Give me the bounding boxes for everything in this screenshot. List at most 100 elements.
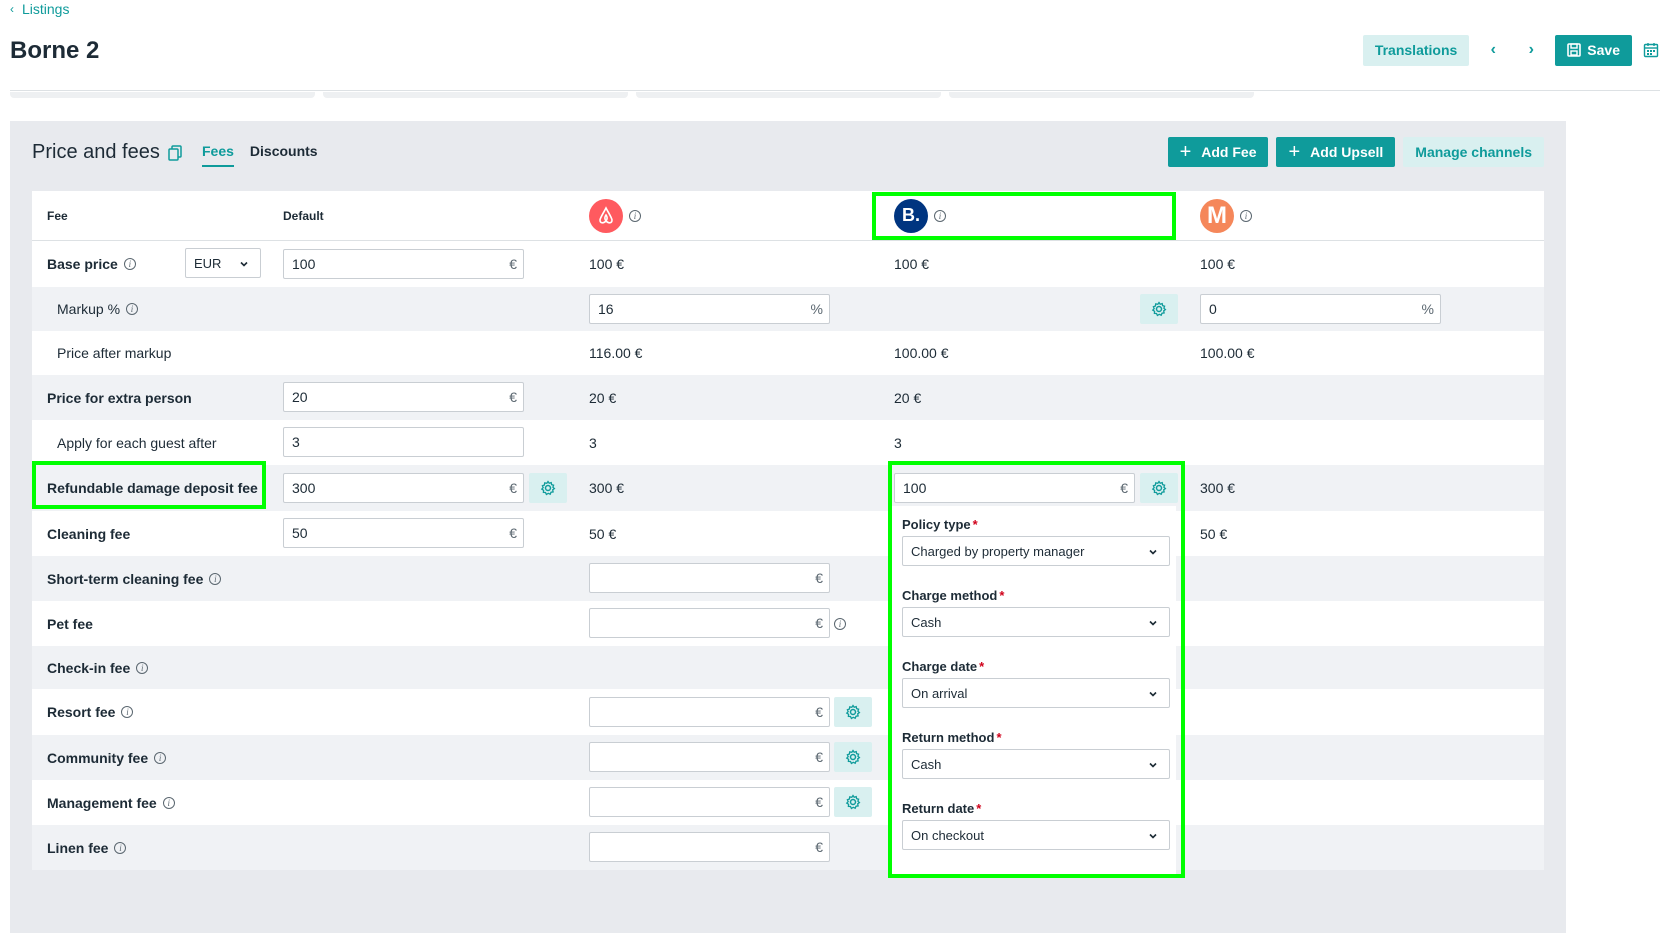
panel-title: Price and fees	[32, 141, 182, 164]
previous-listing-icon[interactable]: ‹	[1479, 41, 1507, 59]
save-icon	[1567, 43, 1582, 57]
m-channel-logo-icon: M	[1200, 198, 1234, 233]
airbnb-resort-input[interactable]: €	[589, 697, 830, 727]
table-row-checkin: Check-in fee i	[32, 646, 1544, 689]
euro-unit: €	[815, 839, 823, 855]
info-icon[interactable]: i	[209, 572, 222, 585]
fees-table: Fee Default i B. i M i Base price i EUR	[32, 191, 1544, 870]
booking-markup-settings-button[interactable]	[1140, 294, 1178, 324]
return-date-select[interactable]: On checkout	[902, 820, 1170, 850]
airbnb-value: 50 €	[589, 525, 617, 542]
fee-label: Price after markup	[57, 345, 172, 361]
booking-deposit-settings-button[interactable]	[1140, 473, 1178, 503]
airbnb-short-cleaning-input[interactable]: €	[589, 563, 830, 593]
euro-unit: €	[815, 570, 823, 586]
gear-icon	[845, 749, 861, 765]
info-icon[interactable]: i	[123, 258, 136, 270]
copy-icon[interactable]	[168, 144, 182, 161]
apply-after-default-input[interactable]: 3	[283, 427, 524, 457]
airbnb-pet-input[interactable]: €	[589, 608, 830, 638]
m-channel-value: 300 €	[1200, 480, 1236, 496]
booking-value: 20 €	[894, 389, 922, 406]
calendar-icon[interactable]	[1642, 42, 1660, 58]
percent-unit: %	[810, 301, 823, 317]
table-header-row: Fee Default i B. i M i	[32, 191, 1544, 241]
policy-type-select[interactable]: Charged by property manager	[902, 536, 1170, 566]
deposit-default-input[interactable]: 300 €	[283, 473, 524, 503]
info-icon[interactable]: i	[834, 617, 846, 630]
info-icon[interactable]: i	[629, 209, 641, 222]
tab-fees[interactable]: Fees	[202, 143, 234, 167]
translations-button[interactable]: Translations	[1362, 34, 1470, 66]
booking-deposit-input[interactable]: 100 €	[894, 473, 1135, 503]
extra-person-default-input[interactable]: 20 €	[283, 382, 524, 412]
fee-label: Management fee	[47, 794, 157, 811]
tab-discounts[interactable]: Discounts	[250, 143, 318, 167]
resort-settings-button[interactable]	[834, 697, 872, 727]
info-icon[interactable]: i	[136, 661, 149, 674]
euro-unit: €	[815, 794, 823, 810]
input-value: 0	[1209, 301, 1217, 317]
select-value: On checkout	[911, 827, 984, 843]
add-fee-label: Add Fee	[1201, 144, 1257, 160]
info-icon[interactable]: i	[121, 706, 134, 718]
fee-label: Check-in fee	[47, 659, 131, 676]
info-icon[interactable]: i	[114, 841, 127, 854]
gear-icon	[845, 704, 861, 720]
info-icon[interactable]: i	[154, 751, 167, 764]
policy-type-label: Policy type *	[902, 517, 978, 532]
input-value: 20	[292, 389, 308, 405]
euro-unit: €	[815, 615, 823, 631]
input-value: 100	[292, 256, 316, 272]
table-row-deposit: Refundable damage deposit fee 300 € 300 €…	[32, 465, 1544, 511]
save-button[interactable]: Save	[1555, 34, 1632, 66]
back-to-listings-link[interactable]: ‹ Listings	[10, 1, 69, 17]
table-row-extra-person: Price for extra person 20 € 20 € 20 €	[32, 375, 1544, 420]
euro-unit: €	[509, 389, 517, 405]
input-value: 100	[903, 480, 927, 496]
plus-icon: +	[1179, 141, 1192, 163]
management-settings-button[interactable]	[834, 787, 872, 817]
info-icon[interactable]: i	[1240, 209, 1252, 222]
add-upsell-button[interactable]: + Add Upsell	[1276, 137, 1396, 167]
page-title: Borne 2	[10, 37, 100, 64]
cleaning-default-input[interactable]: 50 €	[283, 518, 524, 548]
return-method-select[interactable]: Cash	[902, 749, 1170, 779]
manage-channels-button[interactable]: Manage channels	[1403, 137, 1544, 167]
chevron-left-icon: ‹	[10, 2, 14, 16]
m-channel-value: 100 €	[1200, 256, 1236, 272]
charge-date-select[interactable]: On arrival	[902, 678, 1170, 708]
airbnb-linen-input[interactable]: €	[589, 832, 830, 862]
airbnb-value: 20 €	[589, 389, 617, 406]
table-row-markup: Markup % i 16% 0%	[32, 287, 1544, 331]
select-value: Cash	[911, 756, 942, 772]
m-channel-markup-input[interactable]: 0%	[1200, 294, 1441, 324]
fee-label: Pet fee	[47, 615, 93, 632]
info-icon[interactable]: i	[162, 796, 175, 809]
airbnb-community-input[interactable]: €	[589, 742, 830, 772]
add-fee-button[interactable]: + Add Fee	[1167, 137, 1269, 167]
airbnb-markup-input[interactable]: 16%	[589, 294, 830, 324]
currency-select[interactable]: EUR	[185, 248, 261, 278]
info-icon[interactable]: i	[934, 209, 946, 222]
chevron-down-icon	[1149, 549, 1157, 555]
euro-unit: €	[509, 525, 517, 541]
table-row-price-after-markup: Price after markup 116.00 € 100.00 € 100…	[32, 331, 1544, 375]
charge-method-label: Charge method *	[902, 588, 1005, 603]
charge-method-select[interactable]: Cash	[902, 607, 1170, 637]
airbnb-value: 116.00 €	[589, 345, 643, 361]
info-icon[interactable]: i	[126, 303, 139, 315]
airbnb-logo-icon	[589, 198, 623, 233]
booking-logo-icon: B.	[894, 198, 928, 233]
base-price-default-input[interactable]: 100 €	[283, 249, 524, 279]
input-value: 3	[292, 434, 300, 450]
fee-label: Short-term cleaning fee	[47, 570, 204, 587]
euro-unit: €	[1120, 480, 1128, 496]
table-row-pet: Pet fee € i	[32, 601, 1544, 646]
deposit-default-settings-button[interactable]	[529, 473, 567, 503]
chevron-down-icon	[1149, 833, 1157, 839]
next-listing-icon[interactable]: ›	[1517, 41, 1545, 59]
col-default-header: Default	[283, 208, 324, 223]
community-settings-button[interactable]	[834, 742, 872, 772]
airbnb-management-input[interactable]: €	[589, 787, 830, 817]
